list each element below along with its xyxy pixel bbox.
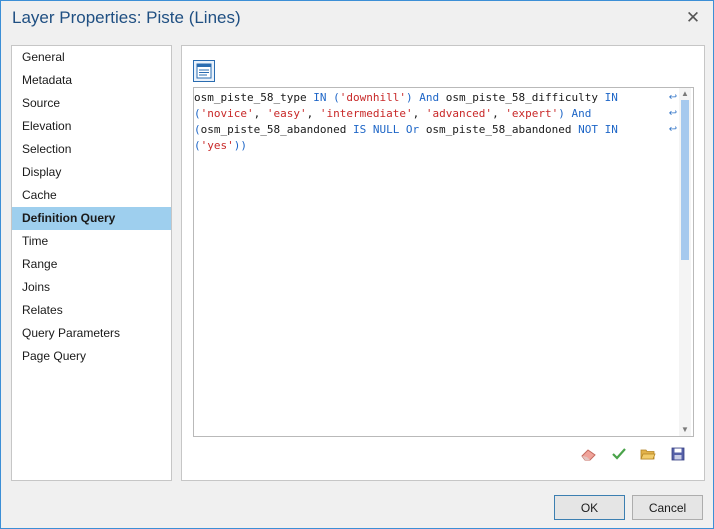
sql-keyword: ) And bbox=[558, 107, 592, 120]
nav-item-range[interactable]: Range bbox=[12, 253, 171, 276]
nav-item-time[interactable]: Time bbox=[12, 230, 171, 253]
sql-keyword: )) bbox=[233, 139, 247, 152]
sql-mode-icon[interactable] bbox=[193, 60, 215, 82]
sql-keyword: IN ( bbox=[313, 91, 340, 104]
sql-identifier: , bbox=[412, 107, 426, 120]
word-wrap-icon: ↩ bbox=[668, 92, 678, 103]
nav-item-source[interactable]: Source bbox=[12, 92, 171, 115]
sql-string: 'advanced' bbox=[425, 107, 493, 120]
sql-keyword: ( bbox=[194, 139, 201, 152]
title-bar: Layer Properties: Piste (Lines) ✕ bbox=[1, 1, 713, 37]
nav-item-joins[interactable]: Joins bbox=[12, 276, 171, 299]
word-wrap-icon: ↩ bbox=[668, 108, 678, 119]
sql-string: 'yes' bbox=[200, 139, 234, 152]
scroll-down-icon[interactable]: ▼ bbox=[679, 424, 691, 436]
sql-identifier: osm_piste_58_type bbox=[194, 91, 314, 104]
word-wrap-icon: ↩ bbox=[668, 124, 678, 135]
sql-keyword: IN bbox=[604, 91, 618, 104]
check-icon[interactable] bbox=[610, 445, 628, 463]
nav-item-cache[interactable]: Cache bbox=[12, 184, 171, 207]
open-folder-icon[interactable] bbox=[639, 445, 657, 463]
sql-keyword: ) And bbox=[405, 91, 446, 104]
sql-line: (osm_piste_58_abandoned IS NULL Or osm_p… bbox=[194, 122, 618, 138]
sql-keyword: IS NULL Or bbox=[352, 123, 426, 136]
sql-line: ('yes')) bbox=[194, 138, 618, 154]
sql-string: 'downhill' bbox=[339, 91, 406, 104]
sql-identifier: osm_piste_58_abandoned bbox=[425, 123, 579, 136]
sql-keyword: ( bbox=[194, 107, 201, 120]
nav-item-relates[interactable]: Relates bbox=[12, 299, 171, 322]
vertical-scrollbar[interactable]: ▲ ▼ bbox=[679, 88, 691, 436]
sql-line: osm_piste_58_type IN ('downhill') And os… bbox=[194, 90, 618, 106]
ok-button[interactable]: OK bbox=[554, 495, 625, 520]
save-icon[interactable] bbox=[669, 445, 687, 463]
layer-properties-dialog: Layer Properties: Piste (Lines) ✕ Genera… bbox=[0, 0, 714, 529]
nav-item-general[interactable]: General bbox=[12, 46, 171, 69]
nav-item-metadata[interactable]: Metadata bbox=[12, 69, 171, 92]
sql-string: 'easy' bbox=[266, 107, 307, 120]
sql-identifier: , bbox=[492, 107, 506, 120]
sql-text[interactable]: osm_piste_58_type IN ('downhill') And os… bbox=[194, 90, 618, 154]
sql-line: ('novice', 'easy', 'intermediate', 'adva… bbox=[194, 106, 618, 122]
sql-editor[interactable]: osm_piste_58_type IN ('downhill') And os… bbox=[193, 87, 694, 437]
nav-item-selection[interactable]: Selection bbox=[12, 138, 171, 161]
sql-identifier: , bbox=[253, 107, 267, 120]
nav-item-query-parameters[interactable]: Query Parameters bbox=[12, 322, 171, 345]
sql-string: 'novice' bbox=[200, 107, 254, 120]
cancel-button[interactable]: Cancel bbox=[632, 495, 703, 520]
sql-string: 'intermediate' bbox=[319, 107, 413, 120]
definition-query-panel: osm_piste_58_type IN ('downhill') And os… bbox=[181, 45, 705, 481]
nav-item-definition-query[interactable]: Definition Query bbox=[12, 207, 171, 230]
sql-keyword: NOT IN bbox=[578, 123, 618, 136]
sql-identifier: osm_piste_58_difficulty bbox=[445, 91, 605, 104]
sql-identifier: , bbox=[306, 107, 320, 120]
dialog-title: Layer Properties: Piste (Lines) bbox=[12, 8, 241, 27]
nav-item-elevation[interactable]: Elevation bbox=[12, 115, 171, 138]
close-icon[interactable]: ✕ bbox=[681, 7, 705, 29]
sql-identifier: osm_piste_58_abandoned bbox=[200, 123, 353, 136]
eraser-icon[interactable] bbox=[580, 445, 598, 463]
nav-item-display[interactable]: Display bbox=[12, 161, 171, 184]
nav-item-page-query[interactable]: Page Query bbox=[12, 345, 171, 368]
scroll-thumb[interactable] bbox=[681, 100, 689, 260]
sql-keyword: ( bbox=[194, 123, 201, 136]
sql-string: 'expert' bbox=[505, 107, 559, 120]
scroll-up-icon[interactable]: ▲ bbox=[679, 88, 691, 100]
properties-nav: General Metadata Source Elevation Selection D… bbox=[11, 45, 172, 481]
